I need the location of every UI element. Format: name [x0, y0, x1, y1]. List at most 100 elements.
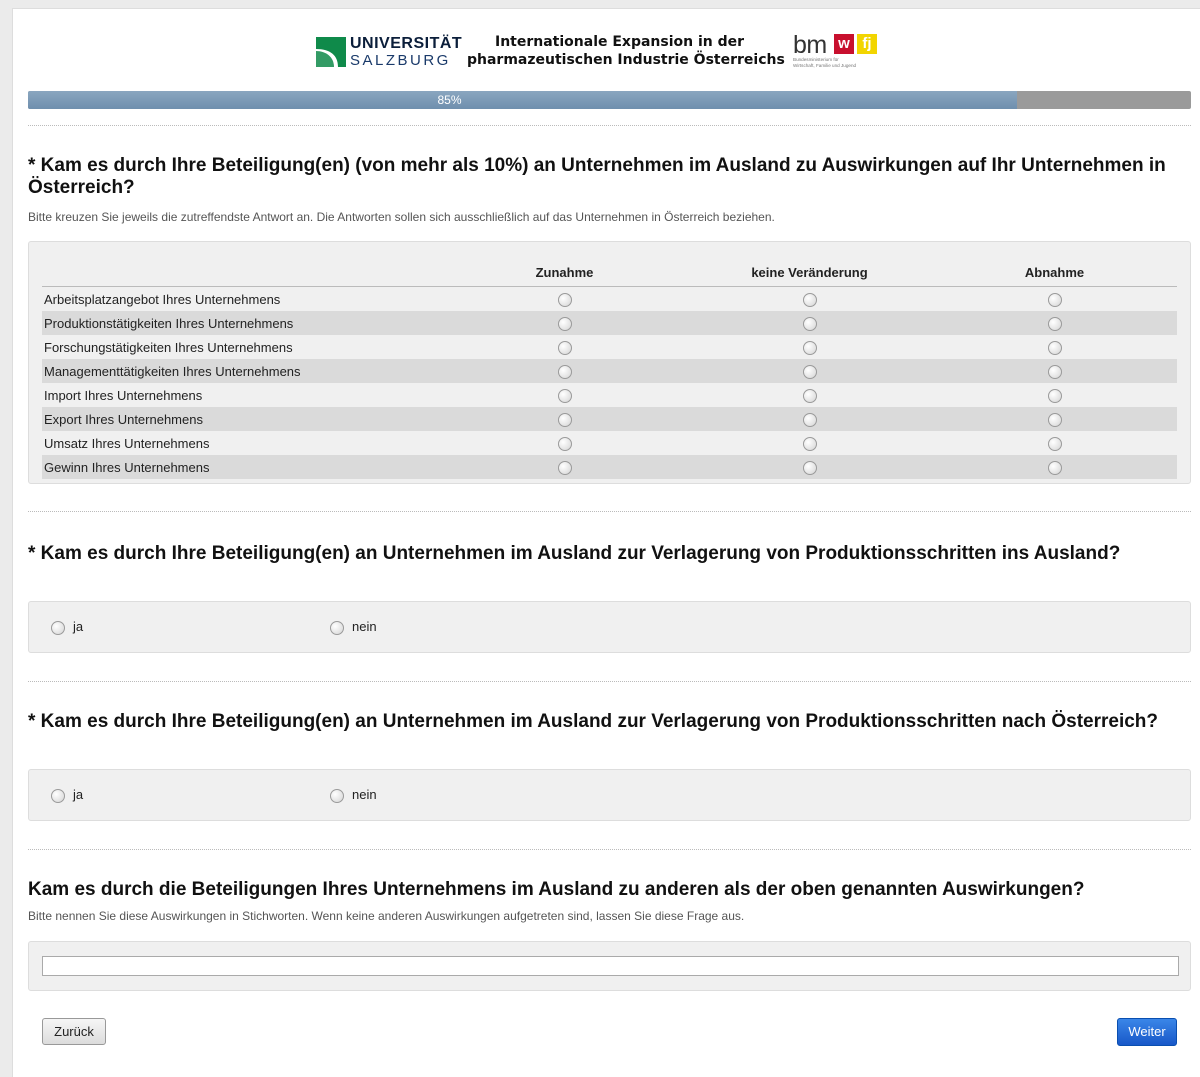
progress-label: 85%	[437, 93, 462, 107]
radio-button[interactable]	[1047, 412, 1062, 427]
q3-option-nein-label: nein	[352, 787, 377, 802]
matrix-cell	[932, 383, 1177, 407]
matrix-cell	[687, 407, 932, 431]
q1-title: * Kam es durch Ihre Beteiligung(en) (von…	[28, 155, 1166, 198]
matrix-row-label: Import Ihres Unternehmens	[44, 387, 203, 403]
bm-w-box: w	[834, 34, 854, 54]
matrix-row: Managementtätigkeiten Ihres Unternehmens	[42, 359, 1177, 383]
radio-button[interactable]	[557, 340, 572, 355]
next-button[interactable]: Weiter	[1117, 1018, 1177, 1046]
q1-matrix-box: Zunahme keine Veränderung Abnahme Arbeit…	[28, 241, 1191, 484]
radio-button[interactable]	[557, 316, 572, 331]
radio-button[interactable]	[557, 292, 572, 307]
q2-option-ja[interactable]: ja	[51, 619, 83, 635]
radio-button[interactable]	[802, 460, 817, 475]
radio-button[interactable]	[802, 412, 817, 427]
bmwfj-logo: bm w fj Bundesministerium für Wirtschaft…	[793, 31, 893, 77]
matrix-row: Produktionstätigkeiten Ihres Unternehmen…	[42, 311, 1177, 335]
survey-header: UNIVERSITÄT SALZBURG Internationale Expa…	[13, 9, 1200, 91]
matrix-cell	[932, 287, 1177, 312]
radio-button[interactable]	[802, 436, 817, 451]
separator	[28, 681, 1191, 682]
back-button[interactable]: Zurück	[42, 1018, 106, 1045]
matrix-cell	[932, 359, 1177, 383]
separator	[28, 849, 1191, 850]
matrix-cell	[687, 455, 932, 479]
radio-button[interactable]	[51, 788, 65, 803]
uni-name-line2: SALZBURG	[350, 52, 451, 69]
q1-matrix: Zunahme keine Veränderung Abnahme Arbeit…	[42, 256, 1177, 479]
radio-button[interactable]	[1047, 292, 1062, 307]
radio-button[interactable]	[802, 316, 817, 331]
col-header-abnahme: Abnahme	[932, 256, 1177, 287]
q3-option-nein[interactable]: nein	[330, 787, 377, 803]
radio-button[interactable]	[1047, 316, 1062, 331]
matrix-cell	[932, 311, 1177, 335]
radio-button[interactable]	[51, 620, 65, 635]
matrix-cell	[687, 335, 932, 359]
matrix-cell	[442, 407, 687, 431]
q4-hint: Bitte nennen Sie diese Auswirkungen in S…	[28, 909, 745, 923]
survey-title: Internationale Expansion in der pharmaze…	[467, 33, 797, 69]
col-header-keine-veraenderung: keine Veränderung	[687, 256, 932, 287]
matrix-cell	[687, 287, 932, 312]
radio-button[interactable]	[1047, 436, 1062, 451]
radio-button[interactable]	[330, 788, 344, 803]
matrix-cell	[442, 359, 687, 383]
q3-option-ja[interactable]: ja	[51, 787, 83, 803]
matrix-cell	[687, 431, 932, 455]
radio-button[interactable]	[1047, 340, 1062, 355]
separator	[28, 511, 1191, 512]
radio-button[interactable]	[557, 364, 572, 379]
matrix-cell	[687, 359, 932, 383]
matrix-cell	[442, 383, 687, 407]
matrix-row: Umsatz Ihres Unternehmens	[42, 431, 1177, 455]
radio-button[interactable]	[802, 388, 817, 403]
radio-button[interactable]	[330, 620, 344, 635]
matrix-cell	[932, 455, 1177, 479]
matrix-cell	[442, 455, 687, 479]
radio-button[interactable]	[1047, 364, 1062, 379]
q4-title: Kam es durch die Beteiligungen Ihres Unt…	[28, 879, 1085, 900]
q2-option-nein-label: nein	[352, 619, 377, 634]
matrix-row-label: Produktionstätigkeiten Ihres Unternehmen…	[42, 311, 442, 335]
matrix-cell	[442, 431, 687, 455]
radio-button[interactable]	[557, 388, 572, 403]
radio-button[interactable]	[802, 364, 817, 379]
matrix-header-row: Zunahme keine Veränderung Abnahme	[42, 256, 1177, 287]
matrix-header-empty	[42, 256, 442, 287]
radio-button[interactable]	[557, 460, 572, 475]
radio-button[interactable]	[1047, 388, 1062, 403]
radio-button[interactable]	[802, 292, 817, 307]
matrix-row-label: Export Ihres Unternehmens	[42, 407, 442, 431]
bm-subtitle: Bundesministerium für Wirtschaft, Famili…	[793, 57, 893, 69]
uni-logo-icon	[316, 37, 346, 67]
q2-option-ja-label: ja	[73, 619, 84, 634]
matrix-row: Export Ihres Unternehmens	[42, 407, 1177, 431]
radio-button[interactable]	[802, 340, 817, 355]
q4-text-input[interactable]	[42, 956, 1179, 976]
university-salzburg-logo: UNIVERSITÄT SALZBURG	[316, 35, 462, 75]
separator	[28, 125, 1191, 126]
matrix-row-label: Forschungstätigkeiten Ihres Unternehmens	[44, 339, 293, 355]
q2-title: * Kam es durch Ihre Beteiligung(en) an U…	[28, 543, 1121, 564]
q1-hint: Bitte kreuzen Sie jeweils die zutreffend…	[28, 210, 775, 224]
matrix-row: Gewinn Ihres Unternehmens	[42, 455, 1177, 479]
radio-button[interactable]	[1047, 460, 1062, 475]
q3-options-box: ja nein	[28, 769, 1191, 821]
matrix-row-label: Gewinn Ihres Unternehmens	[42, 455, 442, 479]
radio-button[interactable]	[557, 412, 572, 427]
matrix-row: Import Ihres Unternehmens	[42, 383, 1177, 407]
matrix-cell	[687, 311, 932, 335]
survey-page: UNIVERSITÄT SALZBURG Internationale Expa…	[12, 8, 1200, 1077]
survey-title-line1: Internationale Expansion in der	[495, 34, 745, 50]
radio-button[interactable]	[557, 436, 572, 451]
bm-fj-box: fj	[857, 34, 877, 54]
matrix-row-label: Managementtätigkeiten Ihres Unternehmens	[42, 359, 442, 383]
matrix-row-label: Umsatz Ihres Unternehmens	[44, 435, 210, 451]
q2-option-nein[interactable]: nein	[330, 619, 377, 635]
matrix-cell	[932, 407, 1177, 431]
matrix-row: Forschungstätigkeiten Ihres Unternehmens	[42, 335, 1177, 359]
matrix-cell	[442, 335, 687, 359]
matrix-body: Arbeitsplatzangebot Ihres Unternehmens Pr…	[42, 287, 1177, 479]
